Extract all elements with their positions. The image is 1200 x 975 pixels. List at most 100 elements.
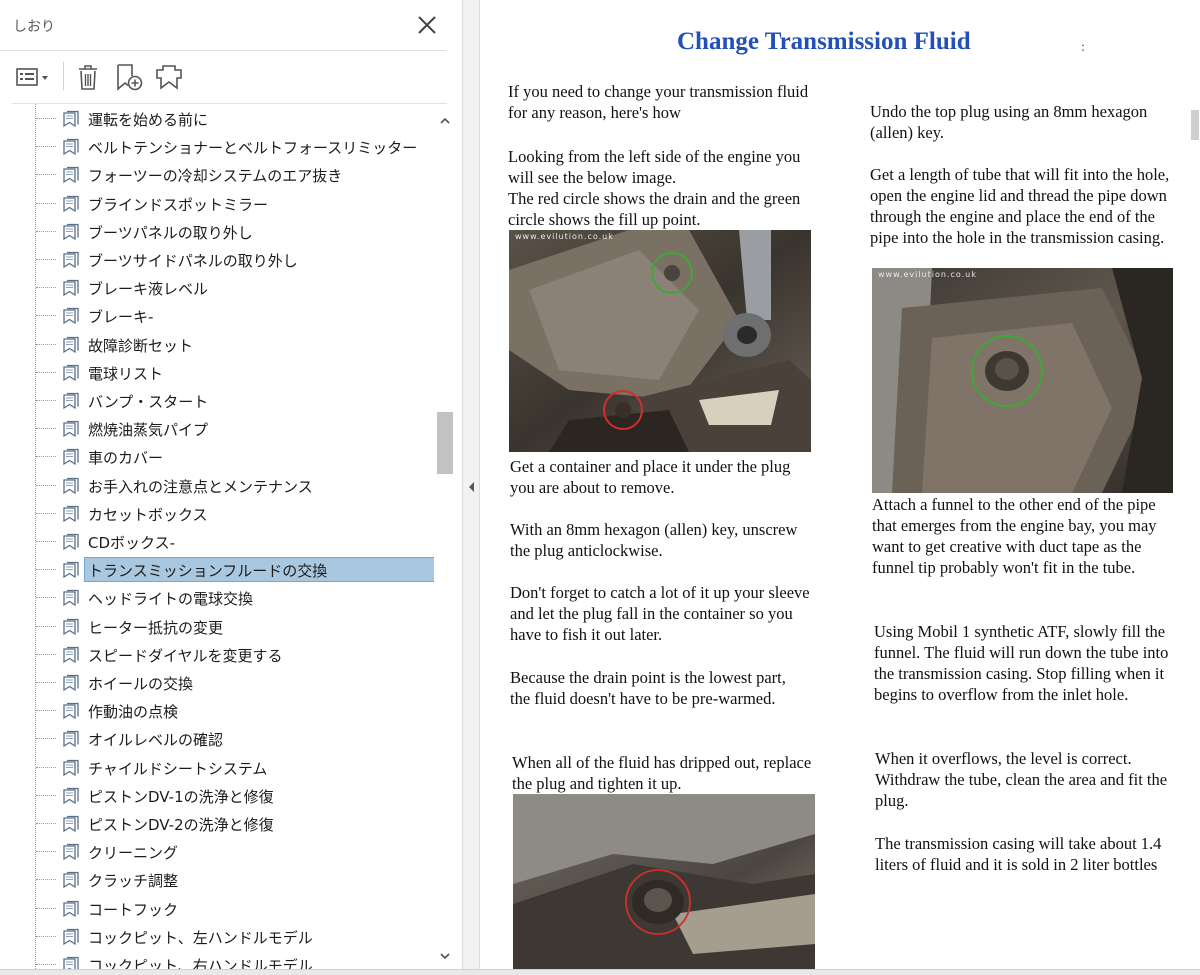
bookmark-label: 運転を始める前に xyxy=(88,111,209,129)
new-bookmark-icon[interactable] xyxy=(112,60,146,94)
tree-connector xyxy=(36,597,56,599)
bookmark-icon xyxy=(62,815,80,833)
panel-splitter[interactable] xyxy=(462,0,480,975)
bookmark-item[interactable]: 車のカバー xyxy=(0,444,434,469)
bookmark-label: コートフック xyxy=(88,900,179,919)
bookmark-item[interactable]: クリーニング xyxy=(0,839,434,864)
bookmark-label: クラッチ調整 xyxy=(88,872,179,891)
bookmark-label: ホイールの交換 xyxy=(88,675,194,693)
bookmark-label: ブーツパネルの取り外し xyxy=(88,223,253,242)
bookmark-item[interactable]: ホイールの交換 xyxy=(0,670,434,695)
bookmark-icon xyxy=(62,110,80,128)
bookmark-tree: 運転を始める前にベルトテンショナーとベルトフォースリミッターフォーツーの冷却シス… xyxy=(0,104,434,969)
right-paragraph: Undo the top plug using an 8mm hexagon (… xyxy=(870,102,1148,142)
bookmark-label: 電球リスト xyxy=(88,364,164,383)
tree-connector xyxy=(36,315,56,317)
bookmark-item[interactable]: カセットボックス xyxy=(0,501,434,526)
tree-connector xyxy=(36,371,56,373)
bookmark-icon xyxy=(62,420,80,438)
options-menu-icon[interactable] xyxy=(12,60,54,94)
tree-scrollbar[interactable] xyxy=(434,104,456,969)
bookmark-icon xyxy=(62,702,80,720)
bookmark-item[interactable]: ヒーター抵抗の変更 xyxy=(0,614,434,639)
left-paragraph: Because the drain point is the lowest pa… xyxy=(510,668,786,708)
right-paragraph: Using Mobil 1 synthetic ATF, slowly fill… xyxy=(874,622,1169,704)
expand-bookmark-icon[interactable] xyxy=(152,60,186,94)
bookmark-label: ブレーキ- xyxy=(88,308,154,327)
bookmark-label: コックピット、右ハンドルモデル xyxy=(88,957,313,969)
collapse-arrow-icon[interactable] xyxy=(467,478,476,492)
bookmark-label: トランスミッションフルードの交換 xyxy=(88,562,328,581)
bookmark-item[interactable]: お手入れの注意点とメンテナンス xyxy=(0,473,434,498)
chevron-down-icon[interactable] xyxy=(439,947,451,960)
bookmark-item[interactable]: コックピット、左ハンドルモデル xyxy=(0,924,434,949)
bookmark-label: CDボックス- xyxy=(88,534,175,552)
bookmark-item[interactable]: オイルレベルの確認 xyxy=(0,726,434,751)
bookmark-item[interactable]: ベルトテンショナーとベルトフォースリミッター xyxy=(0,134,434,159)
tree-connector xyxy=(36,456,56,458)
right-paragraph: Get a length of tube that will fit into … xyxy=(870,165,1170,247)
bookmark-icon xyxy=(62,505,80,523)
bookmark-icon xyxy=(62,533,80,551)
bookmark-item[interactable]: ピストンDV-2の洗浄と修復 xyxy=(0,811,434,836)
bookmark-item[interactable]: ピストンDV-1の洗浄と修復 xyxy=(0,783,434,808)
bookmark-item[interactable]: クラッチ調整 xyxy=(0,867,434,892)
bookmark-label: クリーニング xyxy=(88,844,179,863)
photo-watermark: www.evilution.co.uk xyxy=(878,270,977,279)
bookmark-icon xyxy=(62,618,80,636)
bookmark-item[interactable]: スピードダイヤルを変更する xyxy=(0,642,434,667)
tree-connector xyxy=(36,287,56,289)
bookmark-icon xyxy=(62,730,80,748)
right-paragraph: When it overflows, the level is correct.… xyxy=(875,749,1168,810)
panel-title: しおり xyxy=(13,19,55,35)
tree-connector xyxy=(36,146,56,148)
bookmark-label: スピードダイヤルを変更する xyxy=(88,646,283,665)
tree-connector xyxy=(36,682,56,683)
bookmark-item[interactable]: 故障診断セット xyxy=(0,332,434,357)
bookmark-item[interactable]: トランスミッションフルードの交換 xyxy=(0,557,434,583)
bookmark-item[interactable]: CDボックス- xyxy=(0,529,434,554)
page-title: Change Transmission Fluid xyxy=(677,28,971,55)
scrollbar-thumb[interactable] xyxy=(437,412,453,474)
bookmark-label: ピストンDV-2の洗浄と修復 xyxy=(88,816,274,834)
bookmark-icon xyxy=(62,561,80,579)
tree-connector xyxy=(36,823,56,824)
chevron-up-icon[interactable] xyxy=(439,112,451,124)
page-scrollbar[interactable] xyxy=(1191,110,1199,140)
bookmark-icon xyxy=(62,251,80,269)
bookmark-icon xyxy=(62,871,80,889)
bookmark-icon xyxy=(62,900,80,918)
bookmark-item[interactable]: 作動油の点検 xyxy=(0,698,434,723)
bookmark-item[interactable]: 燃焼油蒸気パイプ xyxy=(0,416,434,441)
tree-connector xyxy=(36,569,56,571)
bookmark-label: カセットボックス xyxy=(88,505,208,524)
trash-icon[interactable] xyxy=(72,60,104,94)
bookmark-item[interactable]: 運転を始める前に xyxy=(0,106,434,131)
bookmark-icon xyxy=(62,392,80,410)
bookmark-item[interactable]: バンプ・スタート xyxy=(0,388,434,413)
tree-connector xyxy=(36,202,56,204)
bookmark-item[interactable]: ブレーキ- xyxy=(0,303,434,328)
bookmarks-panel: しおり 運転を始める前に ベルトテンショナーとベルトフォースリミッター フォーツ… xyxy=(0,0,462,975)
bookmark-item[interactable]: フォーツーの冷却システムのエア抜き xyxy=(0,162,434,187)
bookmark-item[interactable]: ブラインドスポットミラー xyxy=(0,191,434,216)
tree-connector xyxy=(36,851,56,853)
bookmark-item[interactable]: コートフック xyxy=(0,896,434,921)
bookmark-icon xyxy=(62,843,80,861)
bookmark-item[interactable]: チャイルドシートシステム xyxy=(0,755,434,780)
bookmark-label: フォーツーの冷却システムのエア抜き xyxy=(88,167,343,186)
left-paragraph: Don't forget to catch a lot of it up you… xyxy=(510,583,810,644)
bookmark-icon xyxy=(62,787,80,805)
bookmark-icon xyxy=(62,307,80,325)
bookmark-item[interactable]: コックピット、右ハンドルモデル xyxy=(0,952,434,969)
bookmark-label: ヘッドライトの電球交換 xyxy=(88,590,254,609)
tree-connector xyxy=(36,400,56,401)
bookmark-item[interactable]: ヘッドライトの電球交換 xyxy=(0,585,434,610)
bookmark-item[interactable]: ブーツサイドパネルの取り外し xyxy=(0,247,434,272)
bookmark-icon xyxy=(62,477,80,495)
close-icon[interactable] xyxy=(414,12,440,38)
bookmark-item[interactable]: ブレーキ液レベル xyxy=(0,275,434,300)
tree-connector xyxy=(36,230,56,232)
bookmark-item[interactable]: 電球リスト xyxy=(0,360,434,385)
bookmark-item[interactable]: ブーツパネルの取り外し xyxy=(0,219,434,244)
